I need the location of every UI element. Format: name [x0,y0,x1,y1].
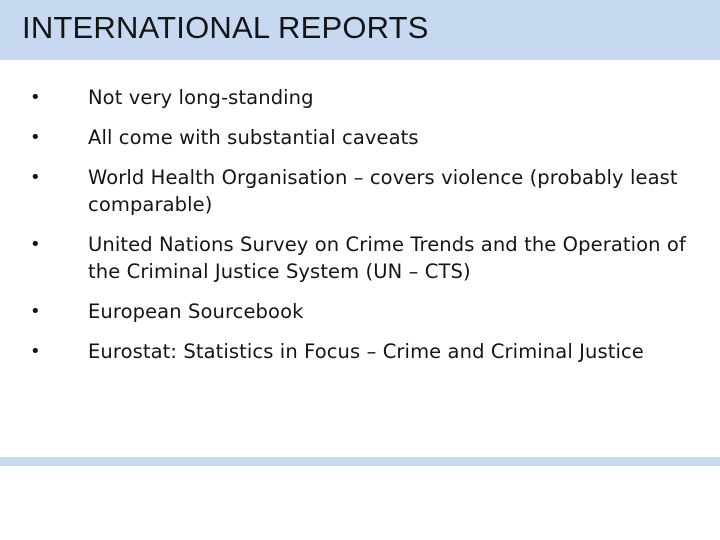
bullet-text: Not very long-standing [88,86,314,109]
bullet-dot-icon: • [30,127,41,148]
bullet-dot-icon: • [30,341,41,362]
bullet-dot-icon: • [30,87,41,108]
bullet-text: Eurostat: Statistics in Focus – Crime an… [88,340,644,363]
bullet-item: • European Sourcebook [0,298,720,325]
bullet-dot-icon: • [30,167,41,188]
title-bar: INTERNATIONAL REPORTS [0,0,720,60]
bullet-item: • United Nations Survey on Crime Trends … [0,231,720,285]
bullet-dot-icon: • [30,301,41,322]
bullet-item: • World Health Organisation – covers vio… [0,164,720,218]
bullet-text: All come with substantial caveats [88,126,419,149]
bullet-dot-icon: • [30,234,41,255]
bullet-item: • Eurostat: Statistics in Focus – Crime … [0,338,720,365]
bullet-item: • All come with substantial caveats [0,124,720,151]
bottom-divider [0,457,720,466]
bullet-text: United Nations Survey on Crime Trends an… [88,233,686,283]
bullet-text: European Sourcebook [88,300,304,323]
bullet-text: World Health Organisation – covers viole… [88,166,678,216]
bullet-list: • Not very long-standing • All come with… [0,84,720,378]
bullet-item: • Not very long-standing [0,84,720,111]
slide-title: INTERNATIONAL REPORTS [22,10,429,45]
